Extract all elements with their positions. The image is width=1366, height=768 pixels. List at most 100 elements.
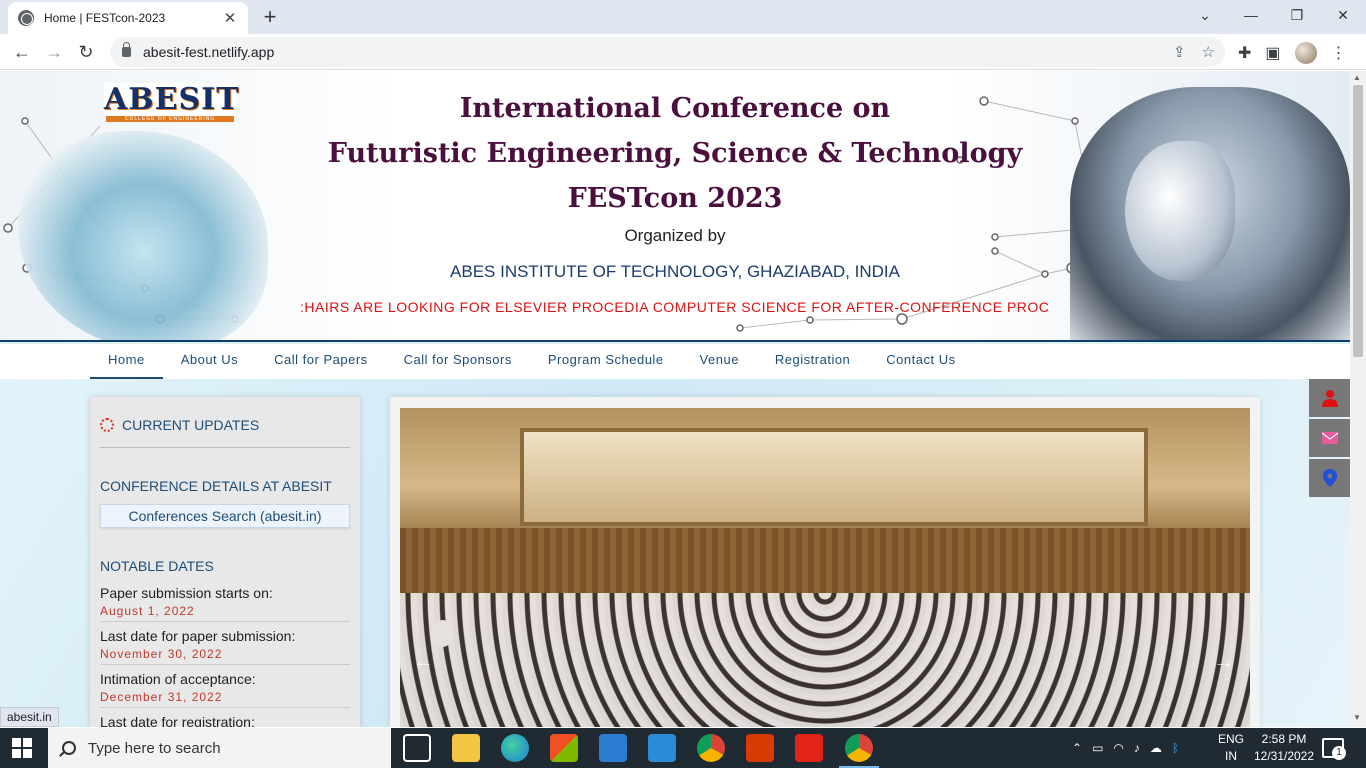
vscode-icon[interactable] xyxy=(648,734,676,762)
ceiling-graphic xyxy=(400,408,1250,538)
clock-date: 12/31/2022 xyxy=(1253,749,1315,763)
notable-dates-heading: NOTABLE DATES xyxy=(100,558,214,574)
announcement-marquee: :HAIRS ARE LOOKING FOR ELSEVIER PROCEDIA… xyxy=(300,299,1050,315)
institute-name: ABES INSTITUTE OF TECHNOLOGY, GHAZIABAD,… xyxy=(450,262,900,281)
conference-details-heading: CONFERENCE DETAILS AT ABESIT xyxy=(100,478,332,494)
menu-kebab-icon[interactable]: ⋮ xyxy=(1331,43,1347,63)
edge-browser-icon[interactable] xyxy=(501,734,529,762)
taskbar-clock[interactable]: 2:58 PM 12/31/2022 xyxy=(1248,731,1320,765)
system-tray: ⌃ ▭ ◠ ♪ ☁ ᛒ xyxy=(1072,728,1179,768)
nav-program-schedule[interactable]: Program Schedule xyxy=(530,344,682,379)
clock-time: 2:58 PM xyxy=(1261,732,1307,746)
current-updates-sidebar: CURRENT UPDATES CONFERENCE DETAILS AT AB… xyxy=(90,397,360,727)
date-label: Paper submission starts on: xyxy=(100,585,273,601)
web-page: ABESIT COLLEGE OF ENGINEERING Internatio… xyxy=(0,71,1350,727)
current-updates-heading: CURRENT UPDATES xyxy=(100,417,350,448)
link-status-bubble: abesit.in xyxy=(0,707,59,727)
scroll-up-arrow-icon[interactable]: ▲ xyxy=(1353,73,1361,82)
taskbar-search-box[interactable]: Type here to search xyxy=(48,728,391,768)
onedrive-icon[interactable]: ☁ xyxy=(1150,741,1162,755)
microsoft-store-icon[interactable] xyxy=(550,734,578,762)
forward-button[interactable]: → xyxy=(42,40,66,64)
minimize-button[interactable]: — xyxy=(1228,0,1274,30)
date-label: Last date for registration: xyxy=(100,714,255,727)
reload-button[interactable]: ↻ xyxy=(74,40,98,64)
scrollbar-thumb[interactable] xyxy=(1353,85,1363,357)
nav-registration[interactable]: Registration xyxy=(757,344,868,379)
battery-icon[interactable]: ▭ xyxy=(1092,741,1103,755)
carousel-prev-arrow[interactable]: ← xyxy=(412,648,434,674)
search-icon xyxy=(62,741,76,755)
floating-contact-bar xyxy=(1309,379,1350,499)
date-value: August 1, 2022 xyxy=(100,604,350,622)
date-value: December 31, 2022 xyxy=(100,690,350,708)
nav-about-us[interactable]: About Us xyxy=(163,344,256,379)
close-tab-icon[interactable]: ✕ xyxy=(222,9,238,27)
carousel-next-arrow[interactable]: → xyxy=(1213,648,1235,674)
lock-icon[interactable] xyxy=(122,42,131,57)
chevron-up-icon[interactable]: ⌃ xyxy=(1072,741,1082,755)
file-explorer-icon[interactable] xyxy=(452,734,480,762)
date-label: Last date for paper submission: xyxy=(100,628,296,644)
office-icon[interactable] xyxy=(746,734,774,762)
nav-call-for-sponsors[interactable]: Call for Sponsors xyxy=(386,344,530,379)
logo-subtitle: COLLEGE OF ENGINEERING xyxy=(106,116,234,122)
mail-icon[interactable] xyxy=(1309,419,1350,457)
region-code: IN xyxy=(1225,749,1237,763)
back-button[interactable]: ← xyxy=(10,40,34,64)
browser-tab-strip: Home | FESTcon-2023 ✕ + ⌄ — ❐ ✕ xyxy=(0,0,1366,34)
scroll-down-arrow-icon[interactable]: ▼ xyxy=(1353,713,1361,722)
browser-toolbar: ← → ↻ abesit-fest.netlify.app ⇪ ☆ ✚ ▣ ⋮ xyxy=(0,34,1366,70)
person-icon[interactable] xyxy=(1309,379,1350,417)
photo-carousel: ← → xyxy=(390,397,1260,727)
date-value: November 30, 2022 xyxy=(100,647,350,665)
chrome-icon[interactable] xyxy=(697,734,725,762)
browser-tab[interactable]: Home | FESTcon-2023 ✕ xyxy=(8,2,248,34)
date-row: Paper submission starts on: August 1, 20… xyxy=(100,585,350,622)
date-label: Intimation of acceptance: xyxy=(100,671,256,687)
language-code: ENG xyxy=(1217,732,1244,746)
spinner-icon xyxy=(100,418,114,432)
extensions-puzzle-icon[interactable]: ✚ xyxy=(1238,43,1251,63)
current-updates-label: CURRENT UPDATES xyxy=(122,417,260,433)
bluetooth-icon[interactable]: ᛒ xyxy=(1172,741,1179,755)
robot-face-image xyxy=(1125,141,1235,281)
close-window-button[interactable]: ✕ xyxy=(1320,0,1366,30)
nav-call-for-papers[interactable]: Call for Papers xyxy=(256,344,385,379)
conference-banner: ABESIT COLLEGE OF ENGINEERING Internatio… xyxy=(0,71,1350,342)
abesit-logo[interactable]: ABESIT COLLEGE OF ENGINEERING xyxy=(104,82,240,122)
windows-taskbar: Type here to search ⌃ ▭ ◠ ♪ ☁ ᛒ ENG IN 2… xyxy=(0,728,1366,768)
page-scrollbar[interactable]: ▲ ▼ xyxy=(1350,71,1366,727)
side-panel-icon[interactable]: ▣ xyxy=(1265,43,1280,63)
date-row: Intimation of acceptance: December 31, 2… xyxy=(100,671,350,708)
url-text: abesit-fest.netlify.app xyxy=(143,44,275,60)
address-bar[interactable]: abesit-fest.netlify.app ⇪ ☆ xyxy=(110,37,1225,67)
bookmark-star-icon[interactable]: ☆ xyxy=(1202,43,1215,61)
nav-venue[interactable]: Venue xyxy=(682,344,757,379)
share-icon[interactable]: ⇪ xyxy=(1173,43,1186,61)
task-view-icon[interactable] xyxy=(403,734,431,762)
notification-count-badge: 1 xyxy=(1332,746,1346,760)
restore-button[interactable]: ❐ xyxy=(1274,0,1320,30)
nav-home[interactable]: Home xyxy=(90,344,163,379)
windows-start-icon[interactable] xyxy=(12,738,32,758)
nav-contact-us[interactable]: Contact Us xyxy=(868,344,973,379)
taskbar-search-placeholder: Type here to search xyxy=(88,739,221,757)
date-row: Last date for registration: xyxy=(100,714,350,727)
wifi-icon[interactable]: ◠ xyxy=(1113,741,1123,755)
audience-graphic xyxy=(400,593,1250,727)
new-tab-button[interactable]: + xyxy=(258,4,282,30)
chrome-active-icon[interactable] xyxy=(839,734,879,768)
globe-icon xyxy=(18,10,34,26)
profile-avatar[interactable] xyxy=(1294,42,1317,64)
volume-icon[interactable]: ♪ xyxy=(1134,741,1140,755)
input-language[interactable]: ENG IN xyxy=(1216,731,1246,765)
location-pin-icon[interactable] xyxy=(1309,459,1350,497)
conference-title-line1: International Conference on xyxy=(459,93,891,124)
logo-text: ABESIT xyxy=(104,82,240,117)
mail-app-icon[interactable] xyxy=(599,734,627,762)
wps-office-icon[interactable] xyxy=(795,734,823,762)
site-navbar: Home About Us Call for Papers Call for S… xyxy=(0,344,1350,379)
tab-search-chevron-icon[interactable]: ⌄ xyxy=(1182,0,1228,30)
conferences-search-link[interactable]: Conferences Search (abesit.in) xyxy=(100,504,350,528)
